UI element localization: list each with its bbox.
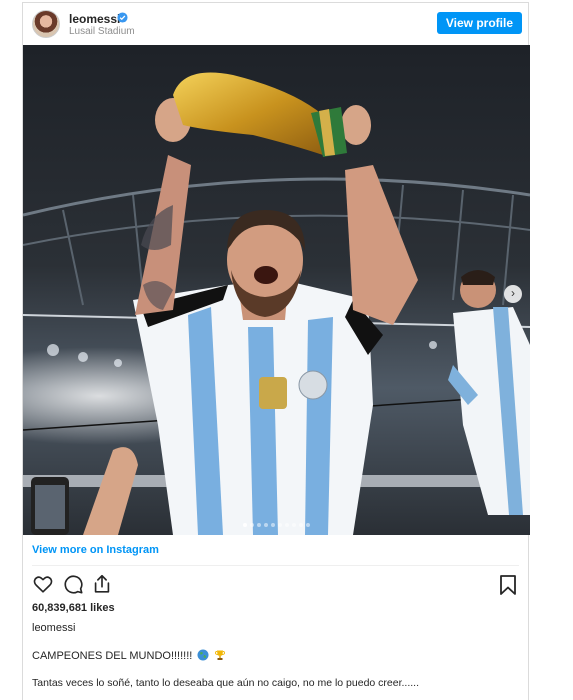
share-icon[interactable] bbox=[91, 573, 113, 595]
carousel-dot bbox=[250, 523, 254, 527]
carousel-dot bbox=[257, 523, 261, 527]
bookmark-icon[interactable] bbox=[498, 574, 518, 596]
verified-badge-icon bbox=[117, 12, 128, 23]
carousel-dot bbox=[292, 523, 296, 527]
instagram-embed-card: leomessi Lusail Stadium View profile › V… bbox=[22, 2, 530, 700]
post-header: leomessi Lusail Stadium View profile bbox=[23, 3, 530, 45]
avatar[interactable] bbox=[32, 10, 60, 38]
divider bbox=[32, 565, 519, 566]
carousel-dot bbox=[285, 523, 289, 527]
carousel-dot bbox=[299, 523, 303, 527]
username-link[interactable]: leomessi bbox=[69, 12, 120, 26]
trophy-emoji-icon bbox=[215, 650, 226, 660]
caption-username[interactable]: leomessi bbox=[32, 622, 75, 634]
carousel-dot bbox=[306, 523, 310, 527]
carousel-dot bbox=[271, 523, 275, 527]
post-image bbox=[23, 45, 530, 535]
view-more-link[interactable]: View more on Instagram bbox=[32, 544, 159, 556]
chevron-right-icon[interactable]: › bbox=[504, 285, 522, 303]
carousel-dot bbox=[278, 523, 282, 527]
caption-text: Tantas veces lo soñé, tanto lo deseaba q… bbox=[32, 677, 420, 689]
comment-icon[interactable] bbox=[62, 573, 84, 595]
like-count[interactable]: 60,839,681 likes bbox=[32, 602, 115, 614]
heart-icon[interactable] bbox=[32, 573, 54, 595]
globe-emoji-icon bbox=[197, 649, 209, 661]
caption-headline-text: CAMPEONES DEL MUNDO!!!!!!! bbox=[32, 650, 193, 662]
caption-headline: CAMPEONES DEL MUNDO!!!!!!! bbox=[32, 649, 226, 662]
view-profile-button[interactable]: View profile bbox=[436, 12, 522, 34]
carousel-dot bbox=[264, 523, 268, 527]
carousel-dots bbox=[23, 523, 530, 527]
post-photo[interactable]: › bbox=[23, 45, 530, 535]
carousel-dot bbox=[243, 523, 247, 527]
location-link[interactable]: Lusail Stadium bbox=[69, 26, 135, 37]
